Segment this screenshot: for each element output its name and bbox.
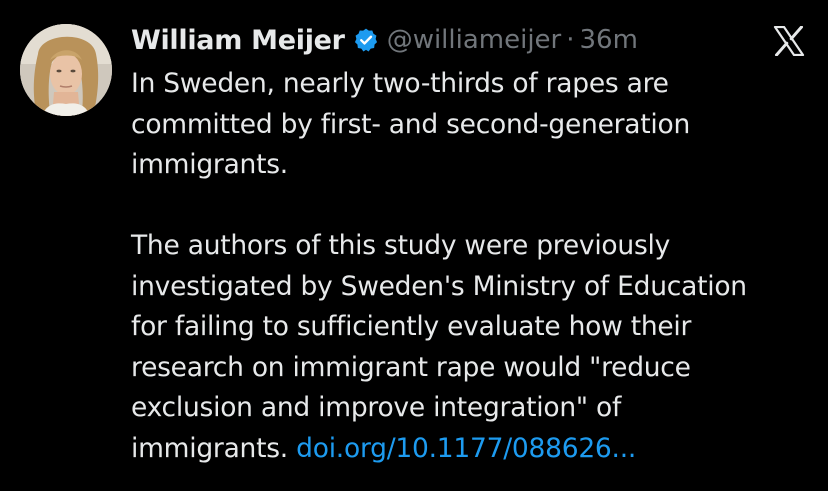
tweet-text-line: for failing to sufficiently evaluate how…: [131, 311, 692, 342]
tweet-header: William Meijer @williameijer · 36m: [131, 20, 638, 60]
doi-link[interactable]: doi.org/10.1177/088626...: [296, 433, 636, 464]
avatar[interactable]: [20, 24, 112, 116]
verified-badge-icon: [353, 27, 379, 53]
tweet-text-line: exclusion and improve integration" of: [131, 392, 622, 423]
tweet-text-line: In Sweden, nearly two-thirds of rapes ar…: [131, 68, 669, 99]
author-handle[interactable]: @williameijer: [387, 25, 562, 55]
post-time[interactable]: 36m: [580, 25, 638, 55]
tweet-text-line: immigrants.: [131, 149, 288, 180]
tweet-text-line: committed by first- and second-generatio…: [131, 108, 691, 140]
tweet-text-line: research on immigrant rape would "reduce: [131, 351, 691, 383]
tweet-text-line: investigated by Sweden's Ministry of Edu…: [131, 270, 747, 302]
tweet-text-line: The authors of this study were previousl…: [131, 230, 671, 261]
tweet-text-line-start: immigrants.: [131, 432, 297, 464]
x-logo-icon: [773, 25, 805, 57]
author-name[interactable]: William Meijer: [131, 25, 345, 56]
avatar-photo: [20, 24, 112, 116]
tweet-text-last-line: immigrants. doi.org/10.1177/088626...: [131, 429, 821, 470]
tweet-card: William Meijer @williameijer · 36m In Sw…: [0, 0, 828, 491]
separator-dot: ·: [566, 25, 575, 55]
tweet-text: In Sweden, nearly two-thirds of rapes ar…: [131, 64, 821, 469]
